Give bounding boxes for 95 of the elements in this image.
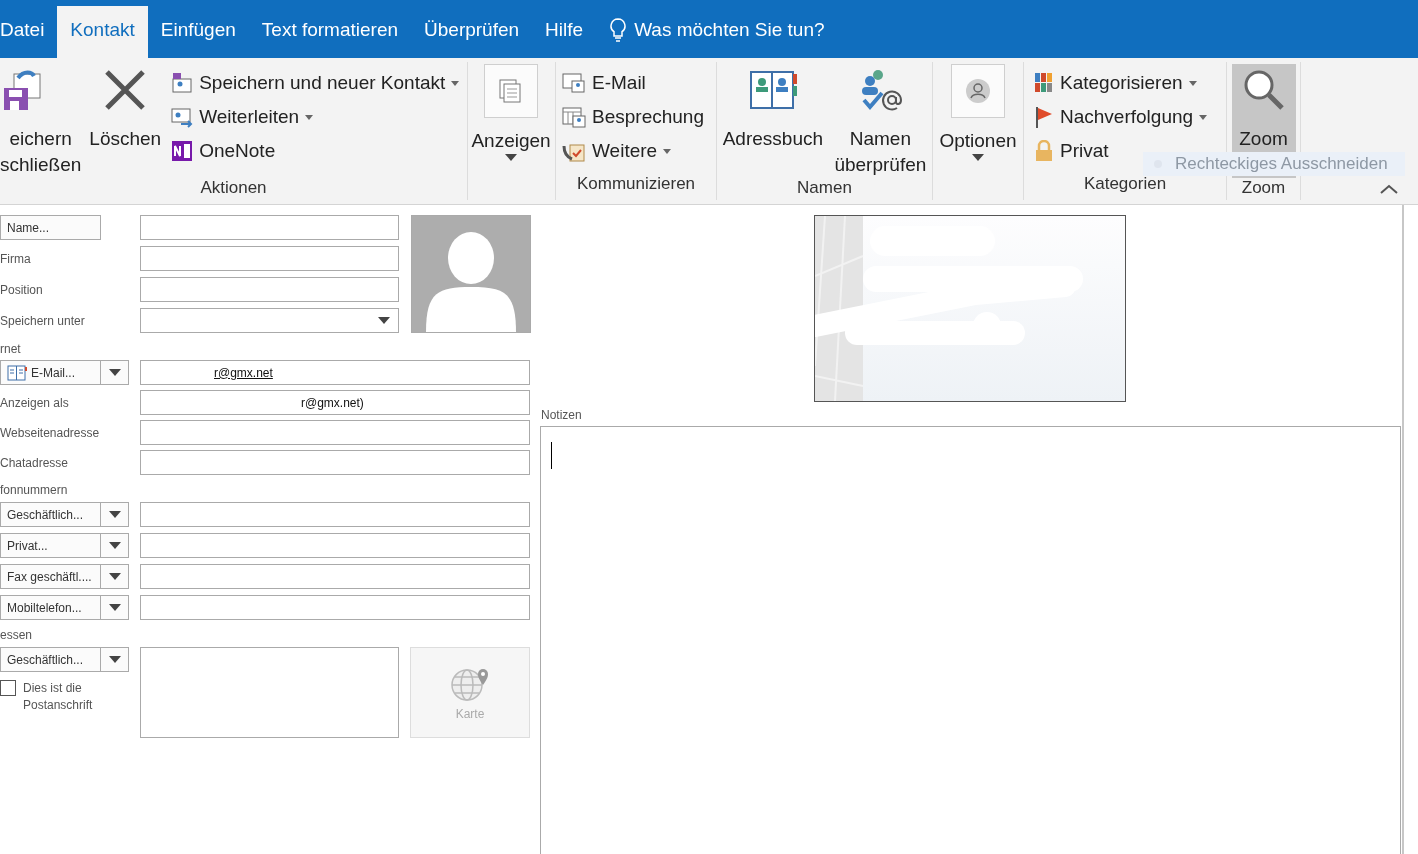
field-label: Speichern unter [0, 313, 86, 328]
field-label: Position [0, 282, 44, 297]
save-close-button[interactable]: eichern schließen [0, 64, 86, 178]
field-label: Firma [0, 251, 32, 266]
phone-field[interactable] [140, 595, 530, 620]
notes-label: Notizen [540, 407, 583, 424]
delete-button[interactable]: Löschen [85, 64, 166, 178]
calendar-icon [562, 106, 586, 128]
follow-up-button[interactable]: Nachverfolgung [1028, 100, 1214, 134]
dropdown-arrow-icon [108, 604, 121, 611]
save-new-button[interactable]: Speichern und neuer Kontakt [165, 66, 466, 100]
address-book-button[interactable]: Adressbuch [718, 64, 828, 178]
text-field[interactable] [140, 420, 530, 445]
notes-field[interactable] [540, 426, 1401, 854]
flag-icon [1034, 106, 1054, 128]
dropdown-arrow-icon [108, 369, 121, 376]
group-label: Kommunizieren [575, 174, 697, 195]
address-type-dropdown[interactable] [101, 647, 129, 672]
person-icon [951, 64, 1005, 118]
field-label: Chatadresse [0, 455, 70, 470]
ribbon-tab[interactable]: Kontakt [57, 6, 148, 58]
caret-icon [451, 80, 460, 86]
color-grid-icon [1034, 72, 1054, 94]
phone-type-dropdown[interactable] [101, 564, 129, 589]
check-names-button[interactable]: Namen überprüfen [830, 64, 931, 178]
dropdown-arrow-icon [108, 573, 121, 580]
phone-type-dropdown[interactable] [101, 533, 129, 558]
forward-button[interactable]: Weiterleiten [165, 100, 466, 134]
caret-icon [1199, 114, 1208, 120]
checkbox-label: Dies ist die Postanschrift [23, 680, 94, 714]
phone-type-button[interactable]: Geschäftlich... [0, 502, 101, 527]
phone-type-button[interactable]: Mobiltelefon... [0, 595, 101, 620]
group-label: Kategorien [1082, 174, 1168, 195]
email-type-button[interactable]: E-Mail... [0, 360, 101, 385]
section-heading: essen [0, 628, 34, 642]
options-button[interactable]: Optionen [933, 64, 1023, 178]
close-icon [103, 68, 148, 112]
tell-me-search[interactable]: Was möchten Sie tun? [596, 6, 839, 58]
text-field[interactable]: r@gmx.net) [140, 390, 530, 415]
email-field[interactable]: r@gmx.net [140, 360, 530, 385]
phone-field[interactable] [140, 502, 530, 527]
notebook-icon [171, 140, 194, 162]
pages-icon [484, 64, 538, 118]
phone-field[interactable] [140, 533, 530, 558]
phone-field[interactable] [140, 564, 530, 589]
address-type-button[interactable]: Geschäftlich... [0, 647, 101, 672]
phone-type-button[interactable]: Fax geschäftl.... [0, 564, 101, 589]
ribbon-tab[interactable]: Datei [0, 6, 58, 58]
contact-photo[interactable] [411, 215, 531, 333]
caret-icon [1188, 80, 1197, 86]
caret-icon [663, 148, 672, 154]
contact-card-icon [171, 72, 194, 94]
padlock-icon [1034, 140, 1054, 162]
ribbon-tab[interactable]: Text formatieren [248, 6, 412, 58]
more-button[interactable]: Weitere [556, 134, 710, 168]
address-book-icon [748, 68, 797, 112]
email-button[interactable]: E-Mail [556, 66, 710, 100]
text-field[interactable] [140, 246, 399, 271]
name-field[interactable] [140, 215, 399, 240]
phone-type-dropdown[interactable] [101, 502, 129, 527]
caret-icon [505, 154, 517, 161]
caret-icon [305, 114, 314, 120]
group-label: Aktionen [199, 178, 268, 199]
phone-type-button[interactable]: Privat... [0, 533, 101, 558]
address-book-icon [7, 364, 27, 381]
phone-type-dropdown[interactable] [101, 595, 129, 620]
contact-card-icon [171, 106, 194, 128]
field-label: Webseitenadresse [0, 425, 101, 440]
group-label: Zoom [1240, 178, 1287, 199]
dropdown-arrow-icon [378, 317, 390, 324]
show-button[interactable]: Anzeigen [468, 64, 554, 178]
save-as-dropdown[interactable] [140, 308, 399, 333]
envelope-card-icon [562, 72, 586, 94]
dropdown-arrow-icon [108, 656, 121, 663]
categorize-button[interactable]: Kategorisieren [1028, 66, 1214, 100]
meeting-button[interactable]: Besprechung [556, 100, 710, 134]
onenote-button[interactable]: OneNote [165, 134, 466, 168]
section-heading: fonnummern [0, 483, 69, 497]
checkbox[interactable] [0, 680, 16, 696]
dropdown-arrow-icon [108, 542, 121, 549]
ribbon-tab[interactable]: Überprüfen [411, 6, 533, 58]
dropdown-arrow-icon [108, 511, 121, 518]
lightbulb-icon [610, 18, 627, 42]
text-field[interactable] [140, 450, 530, 475]
field-label: Anzeigen als [0, 395, 70, 410]
text-field[interactable] [140, 277, 399, 302]
email-type-dropdown[interactable] [101, 360, 129, 385]
address-field[interactable] [140, 647, 399, 738]
caret-icon [972, 154, 984, 161]
name-button[interactable]: Name... [0, 215, 101, 240]
section-heading: rnet [0, 342, 22, 356]
group-label: Namen [796, 178, 853, 199]
ribbon-tab[interactable]: Einfügen [147, 6, 249, 58]
collapse-ribbon-icon[interactable] [1380, 184, 1398, 194]
ribbon-tab[interactable]: Hilfe [532, 6, 597, 58]
